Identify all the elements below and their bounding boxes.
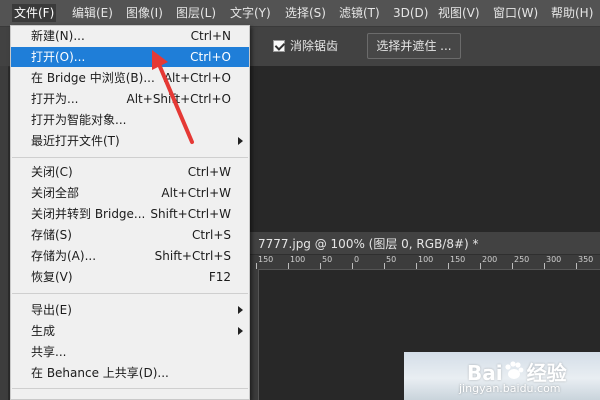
antialias-label: 消除锯齿 — [290, 39, 339, 53]
menu-item-label: 打开为智能对象... — [31, 113, 127, 127]
ruler-tick: 0 — [354, 255, 360, 264]
menu-file[interactable]: 文件(F) — [12, 4, 57, 22]
horizontal-ruler: 150 100 50 0 50 100 150 200 250 300 350 — [250, 255, 600, 270]
ruler-tick: 200 — [482, 255, 498, 264]
paw-icon — [505, 361, 524, 379]
menu-item-shortcut: Shift+Ctrl+W — [150, 207, 231, 221]
menu-item-label: 存储(S) — [31, 228, 72, 242]
menu-layer[interactable]: 图层(L) — [176, 5, 216, 21]
menu-item-label: 新建(N)... — [31, 29, 85, 43]
menu-separator — [12, 388, 248, 389]
ruler-tick-line — [544, 263, 545, 269]
menu-item-label: 关闭(C) — [31, 165, 73, 179]
ruler-tick-line — [288, 263, 289, 269]
submenu-arrow-icon — [238, 137, 243, 145]
ruler-tick: 50 — [386, 255, 397, 264]
ruler-tick: 100 — [290, 255, 306, 264]
annotation-arrow-icon — [152, 50, 194, 144]
menu-help[interactable]: 帮助(H) — [551, 5, 593, 21]
menu-image[interactable]: 图像(I) — [126, 5, 163, 21]
menu-item-shortcut: Alt+Ctrl+W — [161, 186, 231, 200]
document-tab[interactable]: 7777.jpg @ 100% (图层 0, RGB/8#) * — [250, 232, 600, 255]
menu-item-shortcut: Ctrl+N — [190, 29, 231, 43]
menu-type[interactable]: 文字(Y) — [230, 5, 271, 21]
menu-item-close-all[interactable]: 关闭全部 Alt+Ctrl+W — [11, 183, 249, 203]
vertical-ruler — [250, 269, 259, 400]
menu-item-shortcut: Shift+Ctrl+S — [154, 249, 231, 263]
submenu-arrow-icon — [238, 327, 243, 335]
menu-item-close-go-bridge[interactable]: 关闭并转到 Bridge... Shift+Ctrl+W — [11, 204, 249, 224]
menu-item-label: 存储为(A)... — [31, 249, 97, 263]
menu-edit[interactable]: 编辑(E) — [72, 5, 113, 21]
menu-item-label: 关闭并转到 Bridge... — [31, 207, 146, 221]
menu-view[interactable]: 视图(V) — [438, 5, 480, 21]
menu-bar: 文件(F) 编辑(E) 图像(I) 图层(L) 文字(Y) 选择(S) 滤镜(T… — [0, 0, 600, 27]
submenu-arrow-icon — [238, 306, 243, 314]
menu-item-shortcut: F12 — [208, 270, 231, 284]
menu-separator — [12, 293, 248, 294]
ruler-tick-line — [512, 263, 513, 269]
ruler-tick: 100 — [418, 255, 434, 264]
menu-item-label: 打开为... — [31, 92, 79, 106]
ruler-tick: 350 — [578, 255, 594, 264]
menu-item-share[interactable]: 共享... — [11, 342, 249, 362]
ruler-tick: 150 — [450, 255, 466, 264]
menu-select[interactable]: 选择(S) — [285, 5, 326, 21]
ruler-tick-line — [416, 263, 417, 269]
menu-filter[interactable]: 滤镜(T) — [339, 5, 380, 21]
ruler-tick: 50 — [322, 255, 333, 264]
menu-3d[interactable]: 3D(D) — [393, 5, 428, 21]
ruler-tick-line — [384, 263, 385, 269]
menu-item-label: 在 Behance 上共享(D)... — [31, 366, 169, 380]
menu-item-label: 导出(E) — [31, 303, 72, 317]
baidu-watermark: Bai 经验 jingyan.baidu.com — [455, 357, 600, 400]
menu-item-export[interactable]: 导出(E) — [11, 300, 249, 320]
menu-item-save[interactable]: 存储(S) Ctrl+S — [11, 225, 249, 245]
ruler-tick-line — [320, 263, 321, 269]
ruler-tick-line — [448, 263, 449, 269]
menu-item-new[interactable]: 新建(N)... Ctrl+N — [11, 26, 249, 46]
menu-item-label: 恢复(V) — [31, 270, 73, 284]
ruler-tick: 300 — [546, 255, 562, 264]
antialias-checkbox[interactable] — [273, 40, 285, 52]
menu-item-shortcut: Ctrl+W — [187, 165, 231, 179]
menu-item-label: 最近打开文件(T) — [31, 134, 120, 148]
watermark-url: jingyan.baidu.com — [459, 382, 561, 395]
menu-item-revert[interactable]: 恢复(V) F12 — [11, 267, 249, 287]
menu-item-share-behance[interactable]: 在 Behance 上共享(D)... — [11, 363, 249, 383]
menu-item-label: 在 Bridge 中浏览(B)... — [31, 71, 155, 85]
menu-separator — [12, 157, 248, 158]
ruler-tick-line — [480, 263, 481, 269]
menu-item-close[interactable]: 关闭(C) Ctrl+W — [11, 162, 249, 182]
tools-panel — [0, 66, 8, 400]
ruler-tick-line — [352, 263, 353, 269]
ruler-tick: 250 — [514, 255, 530, 264]
menu-item-label: 生成 — [31, 324, 56, 338]
ruler-tick-line — [576, 263, 577, 269]
menu-item-label: 关闭全部 — [31, 186, 80, 200]
menu-item-save-as[interactable]: 存储为(A)... Shift+Ctrl+S — [11, 246, 249, 266]
menu-window[interactable]: 窗口(W) — [493, 5, 538, 21]
menu-item-label: 打开(O)... — [31, 50, 86, 64]
document-tab-title: 7777.jpg @ 100% (图层 0, RGB/8#) * — [258, 237, 479, 251]
ruler-tick: 150 — [258, 255, 274, 264]
menu-item-shortcut: Ctrl+S — [191, 228, 231, 242]
menu-item-generate[interactable]: 生成 — [11, 321, 249, 341]
menu-item-label: 共享... — [31, 345, 67, 359]
select-and-mask-button[interactable]: 选择并遮住 ... — [367, 33, 461, 59]
